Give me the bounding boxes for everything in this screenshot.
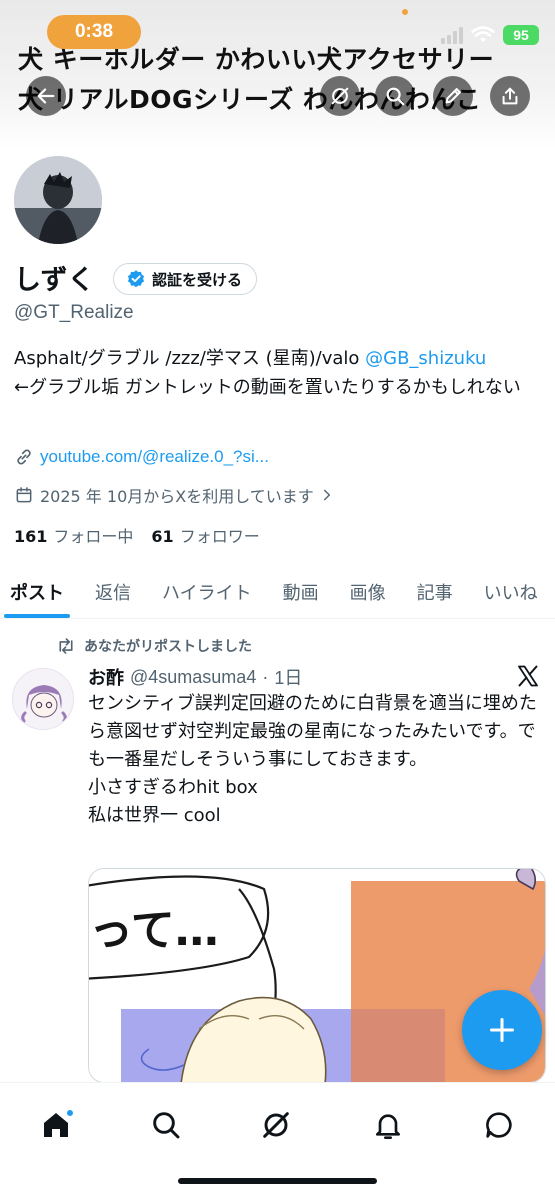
get-verified-label: 認証を受ける — [152, 270, 243, 289]
status-time: 0:38 — [47, 15, 141, 49]
search-icon — [386, 87, 405, 106]
avatar-image — [14, 156, 102, 244]
grok-icon — [263, 1112, 289, 1138]
media-caption: って… — [89, 905, 219, 956]
post-author-name[interactable]: お酢 — [88, 664, 124, 690]
wifi-icon — [471, 26, 495, 42]
profile-avatar[interactable] — [10, 152, 106, 248]
followers-count: 61 — [151, 527, 174, 546]
back-arrow-icon — [37, 88, 55, 104]
profile-handle: @GT_Realize — [14, 302, 134, 323]
battery-indicator: 95 — [503, 25, 539, 45]
pen-icon — [445, 88, 461, 104]
repost-label: あなたがリポストしました — [84, 639, 252, 655]
verified-badge-icon — [127, 270, 145, 288]
tab-replies[interactable]: 返信 — [85, 565, 131, 618]
home-indicator — [178, 1178, 377, 1184]
nav-notifications[interactable] — [366, 1103, 410, 1147]
tab-posts[interactable]: ポスト — [0, 565, 70, 618]
following-count: 161 — [14, 527, 48, 546]
banner-text: 犬 キーホルダー かわいい犬アクセサリー 犬 リアルDOGシリーズ わんわんわん… — [18, 40, 555, 120]
post-author-handle[interactable]: @4sumasuma4 — [130, 667, 256, 688]
tab-articles[interactable]: 記事 — [407, 565, 453, 618]
bio-text-prefix: Asphalt/グラブル /zzz/学マス (星南)/valo — [14, 348, 366, 369]
repost-icon — [59, 638, 73, 654]
plus-icon — [489, 1017, 515, 1043]
bio-text-suffix: ←グラブル垢 ガントレットの動画を置いたりするかもしれない — [14, 377, 521, 398]
following-label: フォロー中 — [53, 527, 134, 546]
following-link[interactable]: 161 フォロー中 — [14, 523, 133, 547]
search-button[interactable] — [375, 76, 415, 116]
edit-button[interactable] — [433, 76, 473, 116]
followers-link[interactable]: 61 フォロワー — [151, 523, 259, 547]
tab-images[interactable]: 画像 — [340, 565, 386, 618]
x-logo-icon[interactable] — [516, 664, 540, 688]
joined-date-row[interactable]: 2025 年 10月からXを利用しています — [14, 483, 334, 507]
chevron-right-icon — [323, 489, 330, 501]
signal-icon — [441, 26, 463, 44]
compose-post-button[interactable] — [462, 990, 542, 1070]
post-body[interactable]: センシティブ誤判定回避のために白背景を適当に埋めたら意図せず対空判定最強の星南に… — [88, 690, 538, 830]
grok-icon — [331, 87, 349, 105]
get-verified-button[interactable]: 認証を受ける — [113, 263, 258, 295]
banner-line-2: 犬 リアルDOGシリーズ わんわんわんこ — [18, 85, 482, 114]
post-author-avatar[interactable] — [12, 668, 74, 730]
profile-bio: Asphalt/グラブル /zzz/学マス (星南)/valo @GB_shiz… — [14, 344, 544, 402]
nav-search[interactable] — [144, 1103, 188, 1147]
grok-button[interactable] — [320, 76, 360, 116]
joined-date-text: 2025 年 10月からXを利用しています — [40, 487, 314, 506]
tab-highlights[interactable]: ハイライト — [152, 565, 252, 618]
nav-home[interactable] — [34, 1103, 78, 1147]
tab-likes[interactable]: いいね — [474, 565, 538, 618]
followers-label: フォロワー — [179, 527, 260, 546]
post-timestamp[interactable]: 1日 — [274, 664, 302, 690]
author-avatar-image — [13, 669, 73, 729]
back-button[interactable] — [26, 76, 66, 116]
profile-name: しずく — [14, 265, 95, 296]
post-header: お酢 @4sumasuma4 · 1日 — [88, 664, 302, 690]
notifications-icon — [376, 1114, 400, 1139]
follow-stats: 161 フォロー中 61 フォロワー — [14, 523, 260, 547]
profile-tabs: ポスト 返信 ハイライト 動画 画像 記事 いいね — [0, 565, 555, 619]
privacy-indicator — [402, 9, 408, 15]
post-text-line: センシティブ誤判定回避のために白背景を適当に埋めたら意図せず対空判定最強の星南に… — [88, 693, 537, 770]
messages-icon — [486, 1112, 512, 1138]
post-text-line: 私は世界一 cool — [88, 805, 221, 826]
profile-website-link[interactable]: youtube.com/@realize.0_?si... — [40, 447, 269, 467]
home-notification-dot — [66, 1109, 74, 1117]
profile-link-row: youtube.com/@realize.0_?si... — [14, 447, 269, 467]
bio-mention-link[interactable]: @GB_shizuku — [365, 348, 486, 369]
calendar-icon — [16, 487, 32, 503]
share-button[interactable] — [490, 76, 530, 116]
link-icon — [17, 449, 31, 465]
post-text-line: 小さすぎるわhit box — [88, 777, 258, 798]
tab-videos[interactable]: 動画 — [273, 565, 319, 618]
status-icons: 95 — [441, 24, 539, 46]
share-icon — [502, 87, 518, 105]
repost-indicator: あなたがリポストしました — [56, 636, 252, 656]
nav-messages[interactable] — [477, 1103, 521, 1147]
post-meta-separator: · — [262, 666, 269, 687]
nav-grok[interactable] — [254, 1103, 298, 1147]
search-icon — [153, 1112, 180, 1139]
